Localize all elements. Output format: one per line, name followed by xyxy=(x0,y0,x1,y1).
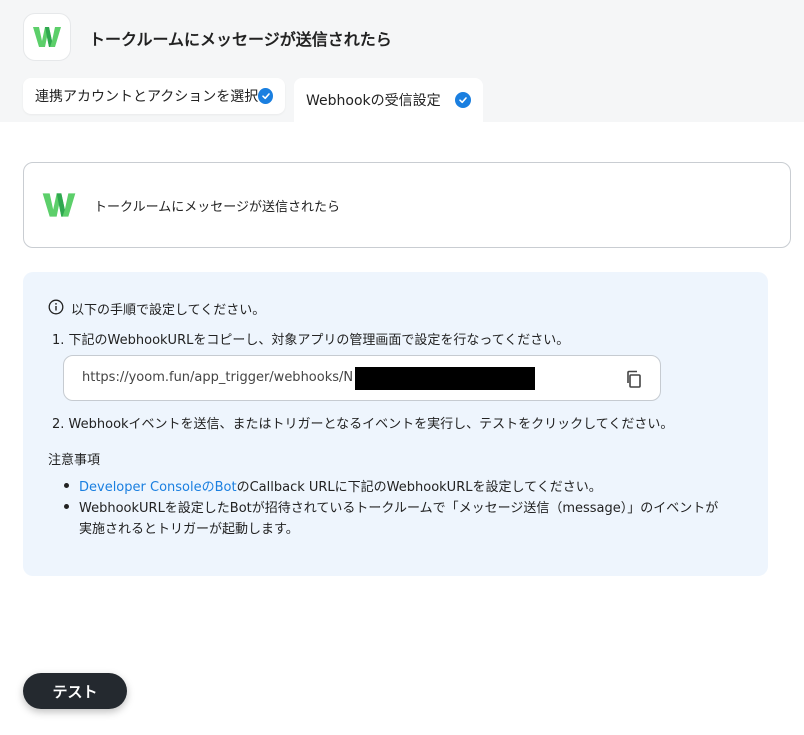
redaction-bar xyxy=(355,367,535,390)
note-1-text: のCallback URLに下記のWebhookURLを設定してください。 xyxy=(236,480,602,495)
notes-title: 注意事項 xyxy=(48,453,101,468)
tab-webhook-settings[interactable]: Webhookの受信設定 xyxy=(294,78,483,122)
page-title: トークルームにメッセージが送信されたら xyxy=(89,30,392,49)
tab-label: Webhookの受信設定 xyxy=(306,93,441,109)
note-2-line-1: WebhookURLを設定したBotが招待されているトークルームで「メッセージ送… xyxy=(79,501,719,516)
chatwork-logo-icon xyxy=(41,191,79,221)
instruction-step-2: 2. Webhookイベントを送信、またはトリガーとなるイベントを実行し、テスト… xyxy=(52,417,674,432)
bullet xyxy=(64,483,69,488)
note-1: Developer ConsoleのBotのCallback URLに下記のWe… xyxy=(79,476,602,495)
developer-console-link[interactable]: Developer ConsoleのBot xyxy=(79,480,237,495)
instructions-panel: 以下の手順で設定してください。 1. 下記のWebhookURLをコピーし、対象… xyxy=(23,272,768,576)
tab-label: 連携アカウントとアクションを選択 xyxy=(35,89,259,105)
note-2-line-2: 実施されるとトリガーが起動します。 xyxy=(79,522,299,537)
trigger-label: トークルームにメッセージが送信されたら xyxy=(94,200,340,215)
instructions-intro: 以下の手順で設定してください。 xyxy=(71,303,266,318)
instruction-step-1: 1. 下記のWebhookURLをコピーし、対象アプリの管理画面で設定を行なって… xyxy=(52,333,570,348)
app-logo-icon xyxy=(23,13,71,61)
test-button[interactable]: テスト xyxy=(23,673,127,709)
check-circle-icon xyxy=(455,92,471,108)
trigger-card: トークルームにメッセージが送信されたら xyxy=(23,162,791,248)
check-circle-icon xyxy=(258,88,273,104)
bullet xyxy=(64,504,69,509)
info-icon xyxy=(48,299,64,315)
tab-account-action[interactable]: 連携アカウントとアクションを選択 xyxy=(23,78,285,114)
webhook-url-text: https://yoom.fun/app_trigger/webhooks/N xyxy=(82,370,354,385)
copy-icon[interactable] xyxy=(624,369,644,389)
top-bar: トークルームにメッセージが送信されたら 連携アカウントとアクションを選択 Web… xyxy=(0,0,804,122)
webhook-url-field[interactable]: https://yoom.fun/app_trigger/webhooks/N xyxy=(63,355,661,401)
